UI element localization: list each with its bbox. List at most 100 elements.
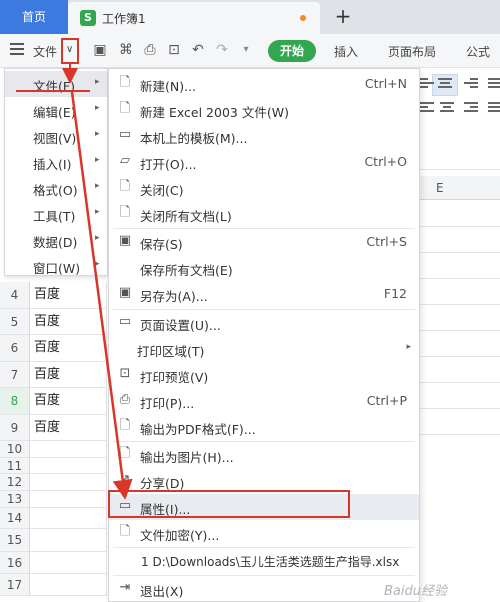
tab-home[interactable]: 首页 xyxy=(0,0,68,34)
tab-start[interactable]: 开始 xyxy=(268,40,316,62)
menu-item-local-templates[interactable]: ▭ 本机上的模板(M)... xyxy=(109,123,419,149)
tab-formula[interactable]: 公式 xyxy=(466,43,490,60)
menu-item-new-excel-2003[interactable]: 🗋 新建 Excel 2003 文件(W) xyxy=(109,97,419,123)
row-header[interactable]: 7 xyxy=(0,361,30,388)
align-justify-icon[interactable] xyxy=(488,78,500,90)
row-header[interactable]: 12 xyxy=(0,474,30,491)
menu-item-print-area[interactable]: 打印区域(T) ▸ xyxy=(109,336,419,362)
cell[interactable]: 百度 xyxy=(30,361,107,388)
cell[interactable] xyxy=(30,508,107,529)
file-menu-button[interactable]: 文件 xyxy=(33,43,57,60)
menu-item-export-pdf[interactable]: 🗋 输出为PDF格式(F)... xyxy=(109,414,419,440)
menu-item-insert[interactable]: 插入(I) ▸ xyxy=(5,149,107,175)
row-header[interactable]: 14 xyxy=(0,508,30,529)
spreadsheet-icon: S xyxy=(80,10,96,26)
menu-item-new[interactable]: 🗋 新建(N)... Ctrl+N xyxy=(109,71,419,97)
exit-icon: ⇥ xyxy=(119,580,131,595)
row-header[interactable]: 16 xyxy=(0,552,30,574)
menu-item-save-as[interactable]: ▣ 另存为(A)... F12 xyxy=(109,281,419,307)
grid-line xyxy=(418,382,500,383)
close-all-icon: 🗋 xyxy=(119,205,131,220)
menu-item-print[interactable]: ⎙ 打印(P)... Ctrl+P xyxy=(109,388,419,414)
tab-workbook[interactable]: S 工作簿1 xyxy=(68,2,320,34)
menu-item-edit[interactable]: 编辑(E) ▸ xyxy=(5,97,107,123)
cell[interactable] xyxy=(30,552,107,574)
menu-item-recent-file[interactable]: 1 D:\Downloads\玉儿生活类选题生产指导.xlsx xyxy=(109,548,419,574)
menu-item-save-all[interactable]: 保存所有文档(E) xyxy=(109,255,419,281)
menu-item-close[interactable]: 🗋 关闭(C) xyxy=(109,175,419,201)
menu-item-exit[interactable]: ⇥ 退出(X) xyxy=(109,576,419,602)
row-header[interactable]: 10 xyxy=(0,441,30,458)
row-header[interactable]: 4 xyxy=(0,282,30,309)
tab-bar: 首页 S 工作簿1 + xyxy=(0,0,500,34)
menu-item-view[interactable]: 视图(V) ▸ xyxy=(5,123,107,149)
save-icon[interactable]: ▣ xyxy=(92,42,108,58)
menu-item-close-all[interactable]: 🗋 关闭所有文档(L) xyxy=(109,201,419,227)
share-icon: ↗ xyxy=(119,472,131,487)
hamburger-menu-icon[interactable] xyxy=(10,43,24,55)
more-dropdown-icon[interactable]: ▾ xyxy=(238,42,254,58)
cell[interactable] xyxy=(30,529,107,552)
chevron-right-icon: ▸ xyxy=(95,155,100,165)
cell[interactable] xyxy=(30,491,107,508)
image-export-icon: 🗋 xyxy=(119,446,131,461)
cell[interactable] xyxy=(30,474,107,491)
align-right-icon[interactable] xyxy=(464,78,478,90)
indent-right-icon[interactable] xyxy=(464,102,478,114)
redo-icon[interactable]: ↷ xyxy=(214,42,230,58)
grid-line xyxy=(418,252,500,253)
menu-item-encrypt[interactable]: 🗋 文件加密(Y)... xyxy=(109,520,419,546)
new-tab-button[interactable]: + xyxy=(330,4,356,30)
chevron-right-icon: ▸ xyxy=(95,103,100,113)
menu-item-data[interactable]: 数据(D) ▸ xyxy=(5,227,107,253)
cell[interactable]: 百度 xyxy=(30,282,107,309)
menu-item-file[interactable]: 文件(F) ▸ xyxy=(5,71,107,97)
cell[interactable]: 百度 xyxy=(30,308,107,335)
row-header[interactable]: 6 xyxy=(0,335,30,362)
align-center-icon[interactable] xyxy=(438,78,452,90)
cell[interactable]: 百度 xyxy=(30,335,107,362)
align-left-icon[interactable] xyxy=(420,78,434,90)
tab-page-layout[interactable]: 页面布局 xyxy=(388,43,436,60)
distribute-icon[interactable] xyxy=(488,102,500,114)
format-painter-icon[interactable]: ⌘ xyxy=(118,42,134,58)
page-setup-icon: ▭ xyxy=(118,314,132,329)
print-icon[interactable]: ⎙ xyxy=(142,42,158,58)
chevron-right-icon: ▸ xyxy=(95,207,100,217)
menu-item-page-setup[interactable]: ▭ 页面设置(U)... xyxy=(109,310,419,336)
grid-line xyxy=(418,278,500,279)
file-submenu: 🗋 新建(N)... Ctrl+N 🗋 新建 Excel 2003 文件(W) … xyxy=(108,68,420,602)
indent-center-icon[interactable] xyxy=(440,102,454,114)
row-header[interactable]: 9 xyxy=(0,414,30,441)
row-header[interactable]: 8 xyxy=(0,388,30,415)
indent-left-icon[interactable] xyxy=(420,102,434,114)
row-header[interactable]: 5 xyxy=(0,308,30,335)
chevron-right-icon: ▸ xyxy=(95,259,100,269)
cell[interactable]: 百度 xyxy=(30,414,107,441)
formula-bar[interactable] xyxy=(418,144,500,170)
row-header[interactable]: 17 xyxy=(0,574,30,596)
row-header[interactable]: 13 xyxy=(0,491,30,508)
menu-item-export-image[interactable]: 🗋 输出为图片(H)... xyxy=(109,442,419,468)
tab-insert[interactable]: 插入 xyxy=(334,43,358,60)
row-header[interactable]: 15 xyxy=(0,529,30,552)
print-preview-icon[interactable]: ⊡ xyxy=(166,42,182,58)
menu-item-tools[interactable]: 工具(T) ▸ xyxy=(5,201,107,227)
menu-item-open[interactable]: ▱ 打开(O)... Ctrl+O xyxy=(109,149,419,175)
column-header-e[interactable]: E xyxy=(418,176,500,200)
cell[interactable] xyxy=(30,441,107,458)
undo-icon[interactable]: ↶ xyxy=(190,42,206,58)
annotation-highlight-box xyxy=(108,490,350,518)
file-dropdown-button[interactable]: ∨ xyxy=(61,38,79,64)
annotation-underline xyxy=(16,90,90,92)
menu-item-window[interactable]: 窗口(W) ▸ xyxy=(5,253,107,279)
cell[interactable] xyxy=(30,458,107,474)
menu-item-save[interactable]: ▣ 保存(S) Ctrl+S xyxy=(109,229,419,255)
chevron-right-icon: ▸ xyxy=(95,77,100,87)
row-header[interactable]: 11 xyxy=(0,458,30,474)
grid-line xyxy=(418,330,500,331)
cell[interactable]: 百度 xyxy=(30,388,107,415)
menu-item-print-preview[interactable]: ⊡ 打印预览(V) xyxy=(109,362,419,388)
cell[interactable] xyxy=(30,574,107,596)
menu-item-format[interactable]: 格式(O) ▸ xyxy=(5,175,107,201)
